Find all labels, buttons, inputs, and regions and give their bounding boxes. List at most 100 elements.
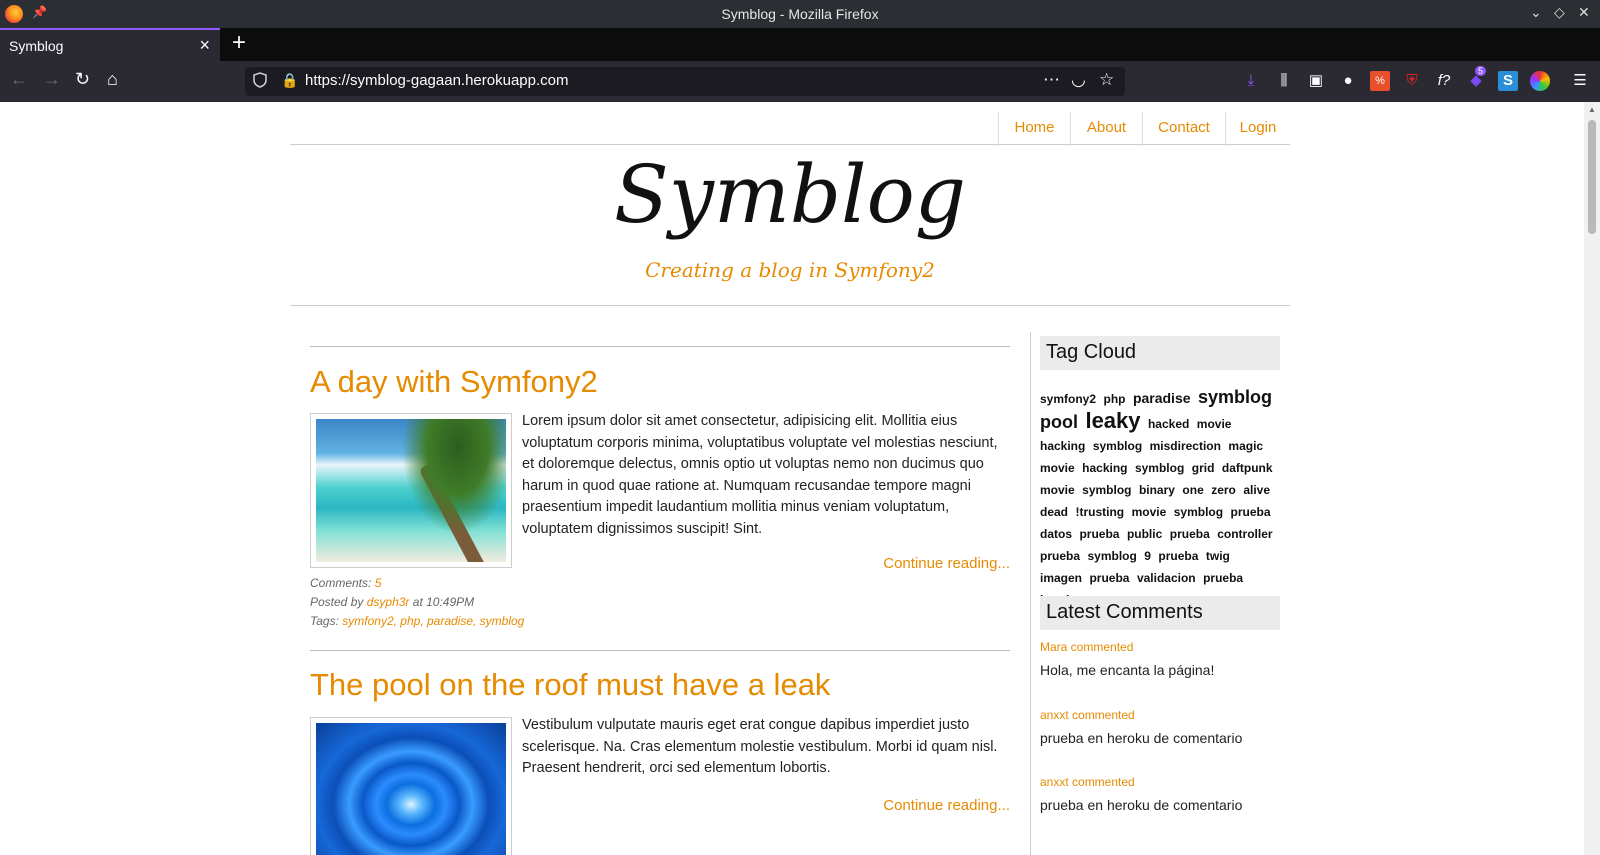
at-label: at bbox=[412, 595, 423, 609]
tag-link[interactable]: movie bbox=[1040, 483, 1075, 497]
tag-link[interactable]: prueba bbox=[1079, 527, 1119, 541]
fx-extension-icon[interactable]: f? bbox=[1434, 71, 1454, 91]
nav-contact[interactable]: Contact bbox=[1142, 112, 1225, 146]
reload-icon[interactable]: ↻ bbox=[75, 69, 90, 90]
tag-link[interactable]: movie bbox=[1197, 417, 1232, 431]
color-wheel-icon[interactable] bbox=[1530, 71, 1550, 91]
tag-link[interactable]: prueba bbox=[1231, 505, 1271, 519]
page-actions-icon[interactable]: ⋯ bbox=[1043, 70, 1060, 90]
post-divider bbox=[310, 650, 1010, 651]
tag-link[interactable]: hacking bbox=[1082, 461, 1127, 475]
site-nav: Home About Contact Login bbox=[290, 112, 1290, 146]
tag-link[interactable]: alive bbox=[1243, 483, 1270, 497]
tag-link[interactable]: binary bbox=[1139, 483, 1175, 497]
url-text[interactable]: https://symblog-gagaan.herokuapp.com bbox=[305, 72, 569, 89]
new-tab-icon[interactable]: + bbox=[232, 29, 246, 57]
comments-label: Comments: bbox=[310, 576, 372, 590]
tag-link[interactable]: misdirection bbox=[1150, 439, 1221, 453]
back-icon[interactable]: ← bbox=[10, 69, 28, 90]
post-title[interactable]: The pool on the roof must have a leak bbox=[310, 667, 830, 703]
window-title: Symblog - Mozilla Firefox bbox=[721, 6, 879, 22]
tag-link[interactable]: symblog bbox=[1087, 549, 1136, 563]
tag-link[interactable]: symfony2 bbox=[1040, 392, 1096, 406]
maximize-icon[interactable]: ◇ bbox=[1554, 4, 1565, 21]
ublock-icon[interactable]: ⛨ bbox=[1402, 71, 1422, 91]
tag-link[interactable]: datos bbox=[1040, 527, 1072, 541]
tag-link[interactable]: prueba bbox=[1170, 527, 1210, 541]
beach-palm-photo bbox=[316, 419, 506, 562]
tag-link[interactable]: daftpunk bbox=[1222, 461, 1273, 475]
close-tab-icon[interactable]: × bbox=[199, 35, 210, 56]
tag-link[interactable]: twig bbox=[1206, 549, 1230, 563]
continue-reading-link[interactable]: Continue reading... bbox=[883, 797, 1010, 814]
post-image-frame[interactable] bbox=[310, 413, 512, 568]
tag-link[interactable]: magic bbox=[1228, 439, 1263, 453]
tag-link[interactable]: php bbox=[1103, 392, 1125, 406]
comment-author[interactable]: anxxt commented bbox=[1040, 775, 1135, 789]
comments-count-link[interactable]: 5 bbox=[375, 576, 382, 590]
sidebar-divider bbox=[1030, 332, 1031, 855]
hamburger-menu-icon[interactable]: ☰ bbox=[1570, 71, 1590, 91]
library-icon[interactable]: ⫼ bbox=[1274, 71, 1294, 91]
nav-about[interactable]: About bbox=[1070, 112, 1142, 146]
tab-symblog[interactable]: Symblog × bbox=[0, 28, 220, 61]
tag-link[interactable]: leaky bbox=[1085, 408, 1140, 433]
post-body: Lorem ipsum dolor sit amet consectetur, … bbox=[522, 413, 998, 537]
minimize-icon[interactable]: ⌄ bbox=[1530, 4, 1542, 21]
nav-login[interactable]: Login bbox=[1225, 112, 1290, 146]
tag-link[interactable]: validacion bbox=[1137, 571, 1196, 585]
address-bar[interactable]: 🔒 https://symblog-gagaan.herokuapp.com ⋯… bbox=[245, 67, 1125, 96]
tab-bar: Symblog × + bbox=[0, 28, 1600, 61]
tag-link[interactable]: movie bbox=[1132, 505, 1167, 519]
tag-link[interactable]: prueba bbox=[1203, 571, 1243, 585]
tag-link[interactable]: hacked bbox=[1148, 417, 1189, 431]
tag-link[interactable]: prueba bbox=[1158, 549, 1198, 563]
tag-link[interactable]: symblog bbox=[1174, 505, 1223, 519]
tag-link[interactable]: prueba bbox=[1089, 571, 1129, 585]
tracking-shield-icon[interactable] bbox=[253, 72, 267, 88]
tag-link[interactable]: hacking bbox=[1040, 439, 1085, 453]
lock-icon[interactable]: 🔒 bbox=[281, 72, 298, 89]
tag-link[interactable]: imagen bbox=[1040, 571, 1082, 585]
tag-link[interactable]: symblog bbox=[1082, 483, 1131, 497]
author-link[interactable]: dsyph3r bbox=[367, 595, 410, 609]
tag-link[interactable]: public bbox=[1127, 527, 1162, 541]
tag-link[interactable]: grid bbox=[1192, 461, 1215, 475]
account-icon[interactable]: ● bbox=[1338, 71, 1358, 91]
home-icon[interactable]: ⌂ bbox=[107, 69, 118, 90]
tag-link[interactable]: one bbox=[1182, 483, 1203, 497]
tag-link[interactable]: paradise bbox=[1133, 390, 1191, 406]
header-divider bbox=[290, 305, 1290, 306]
close-window-icon[interactable]: ✕ bbox=[1578, 4, 1590, 21]
site-logo[interactable]: Symblog bbox=[290, 148, 1290, 241]
comment-author[interactable]: anxxt commented bbox=[1040, 708, 1135, 722]
post-image-frame[interactable] bbox=[310, 717, 512, 855]
bookmark-star-icon[interactable]: ☆ bbox=[1099, 70, 1114, 90]
scrollbar-thumb[interactable] bbox=[1588, 120, 1596, 234]
nav-home[interactable]: Home bbox=[998, 112, 1070, 146]
extension-percent-icon[interactable]: % bbox=[1370, 71, 1390, 91]
scroll-up-icon[interactable]: ▲ bbox=[1588, 105, 1596, 114]
tag-link[interactable]: !trusting bbox=[1075, 505, 1124, 519]
downloads-icon[interactable]: ⤓ bbox=[1241, 71, 1261, 91]
tag-link[interactable]: symblog bbox=[1093, 439, 1142, 453]
continue-reading-link[interactable]: Continue reading... bbox=[883, 555, 1010, 572]
comment-author[interactable]: Mara commented bbox=[1040, 640, 1133, 654]
post-title[interactable]: A day with Symfony2 bbox=[310, 364, 598, 400]
tag-link[interactable]: symblog bbox=[1198, 387, 1272, 407]
tag-link[interactable]: movie bbox=[1040, 461, 1075, 475]
post-divider bbox=[310, 346, 1010, 347]
tag-link[interactable]: 9 bbox=[1144, 549, 1151, 563]
tag-link[interactable]: dead bbox=[1040, 505, 1068, 519]
tag-link[interactable]: symblog bbox=[1135, 461, 1184, 475]
forward-icon[interactable]: → bbox=[43, 69, 61, 90]
sidebar-icon[interactable]: ▣ bbox=[1306, 71, 1326, 91]
page-scrollbar[interactable]: ▲ bbox=[1584, 102, 1600, 855]
post-tags-links[interactable]: symfony2, php, paradise, symblog bbox=[342, 614, 524, 628]
tag-link[interactable]: zero bbox=[1211, 483, 1236, 497]
tag-link[interactable]: prueba bbox=[1040, 549, 1080, 563]
extension-s-icon[interactable]: S bbox=[1498, 71, 1518, 91]
pocket-icon[interactable]: ◡ bbox=[1071, 70, 1086, 90]
tag-link[interactable]: pool bbox=[1040, 412, 1078, 432]
tag-link[interactable]: controller bbox=[1217, 527, 1272, 541]
